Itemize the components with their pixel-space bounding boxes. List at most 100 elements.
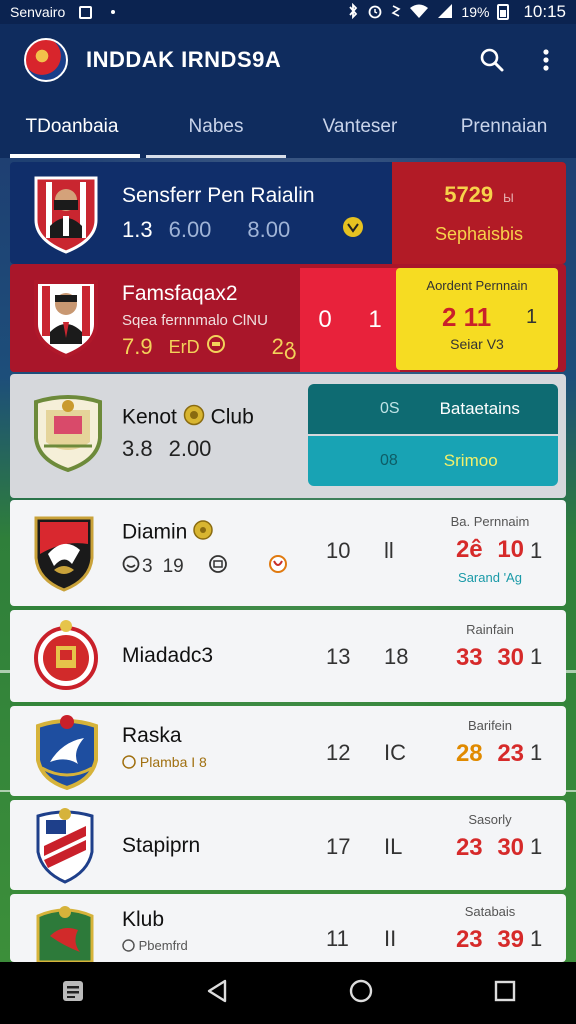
stat-value: 1.3 — [122, 217, 153, 242]
stat-value: 3 — [142, 556, 153, 577]
score-sub: Sarand 'Ag — [458, 570, 522, 585]
col-last: 1 — [530, 740, 543, 765]
team-crest — [32, 174, 100, 254]
info-label: Srimoo — [443, 451, 498, 470]
score-a: 23 — [455, 834, 483, 861]
stat-value: 3.8 — [122, 436, 153, 461]
home-icon[interactable] — [348, 978, 374, 1009]
panel-label: Sephaisbis — [434, 223, 524, 244]
battery-icon — [497, 4, 510, 20]
tab-3[interactable]: Vanteser — [288, 96, 432, 158]
team-name: Raska — [122, 724, 182, 747]
notification-icon — [79, 5, 93, 19]
trophy-icon — [183, 404, 205, 432]
team-crest — [32, 902, 100, 962]
stat-value: 6.00 — [168, 217, 212, 242]
score-a: 28 — [455, 740, 483, 767]
smile-icon — [122, 555, 140, 579]
list-item[interactable]: Kenot Club 3.8 2.00 0S Bataetains 08 Sri… — [10, 374, 566, 498]
score-label: Ы — [503, 190, 514, 205]
alarm-icon — [367, 3, 383, 22]
col-value: IC — [384, 740, 406, 765]
team-name: Sensferr Pen Raialin — [122, 184, 315, 207]
list-item[interactable]: Miadadc3 13 18 Rainfain 33 30 1 — [10, 610, 566, 702]
list-item[interactable]: Stapiprn 17 IL Sasorly 23 30 1 — [10, 800, 566, 890]
score-label: Satabais — [464, 904, 516, 919]
back-icon[interactable] — [205, 978, 229, 1009]
score-a: 2ê — [455, 536, 483, 563]
team-name: Stapiprn — [122, 834, 201, 857]
card-last: 1 — [526, 306, 538, 328]
score: 5729 — [444, 181, 494, 207]
search-icon[interactable] — [478, 46, 506, 74]
app-title: INDDAK IRNDS9A — [86, 47, 282, 72]
info-number: 0S — [380, 400, 400, 417]
card-icon — [208, 554, 228, 580]
score-b: 30 — [497, 644, 525, 671]
app-bar: INDDAK IRNDS9A — [0, 24, 576, 96]
app-logo — [24, 38, 68, 82]
battery-percent: 19% — [461, 4, 490, 20]
col-value: 11 — [326, 926, 349, 951]
info-bar-top: 0S Bataetains — [308, 384, 558, 434]
card-label: Aordent Pernnain — [426, 278, 528, 293]
score-b: 23 — [497, 740, 525, 767]
tab-1[interactable]: TDoanbaia — [0, 96, 144, 158]
tab-bar: TDoanbaia Nabes Vanteser Prennaian — [0, 96, 576, 158]
score-label: Ba. Pernnaim — [450, 514, 530, 529]
team-subtitle: Plamba I 8 — [139, 754, 207, 770]
wifi-icon — [409, 3, 429, 22]
stat-value: ErD — [168, 336, 200, 357]
badge-value: 2გ — [271, 334, 297, 359]
dot-icon — [106, 5, 120, 19]
coin-icon — [206, 334, 226, 360]
col-last: 1 — [530, 538, 543, 563]
score-b: 39 — [497, 926, 525, 953]
score-b: 10 — [497, 536, 525, 563]
notes-icon[interactable] — [60, 978, 86, 1009]
team-name: Miadadc3 — [122, 644, 214, 667]
more-vert-icon[interactable] — [532, 46, 560, 74]
recents-icon[interactable] — [493, 979, 517, 1008]
stat-value: 7.9 — [122, 334, 153, 359]
team-crest — [32, 618, 100, 694]
signal-icon — [437, 3, 453, 22]
bluetooth-icon — [347, 2, 359, 22]
team-crest — [32, 712, 100, 791]
col-value: 13 — [326, 644, 351, 669]
info-bar-bottom: 08 Srimoo — [308, 436, 558, 486]
tab-2[interactable]: Nabes — [144, 96, 288, 158]
navigation-bar — [0, 962, 576, 1024]
card-sub: Seiar V3 — [450, 336, 504, 352]
team-crest — [32, 278, 100, 359]
team-crest — [32, 514, 100, 592]
list-item[interactable]: Diamin 3 19 10 ll Ba. Pernnaim 2ê 10 Sar… — [10, 500, 566, 606]
list-item[interactable]: Raska Plamba I 8 12 IC Barifein 28 23 1 — [10, 706, 566, 796]
col-value: 10 — [326, 538, 351, 563]
team-suffix: Club — [210, 405, 254, 429]
info-icon — [122, 938, 135, 955]
team-crest — [32, 806, 100, 884]
tab-4[interactable]: Prennaian — [432, 96, 576, 158]
score-b: 1 — [368, 306, 382, 333]
col-value: 18 — [384, 644, 409, 669]
stat-value: 2.00 — [168, 436, 212, 461]
info-label: Bataetains — [439, 399, 520, 418]
status-bar: Senvairo 19% 10:15 — [0, 0, 576, 24]
score-a: 23 — [455, 926, 483, 953]
team-name: Kenot — [122, 405, 177, 429]
list-item[interactable]: Famsfaqax2 Sqea fernnmalo ClNU 7.9 ErD 2… — [10, 264, 566, 372]
vibrate-icon — [391, 3, 402, 22]
score-a: 33 — [455, 644, 483, 671]
col-last: 1 — [530, 644, 543, 669]
col-value: 17 — [326, 834, 351, 859]
col-value: II — [384, 926, 397, 951]
stat-value: 8.00 — [247, 217, 291, 242]
team-crest — [32, 392, 102, 473]
list-item[interactable]: Sensferr Pen Raialin 1.3 6.00 8.00 5729 Ы… — [10, 162, 566, 264]
score-label: Sasorly — [468, 812, 512, 827]
team-name: Famsfaqax2 — [122, 282, 238, 305]
medal-icon — [122, 755, 136, 772]
list-item[interactable]: Klub Pbemfrd 11 II Satabais 23 39 1 — [10, 894, 566, 962]
score-a: 0 — [318, 306, 332, 333]
